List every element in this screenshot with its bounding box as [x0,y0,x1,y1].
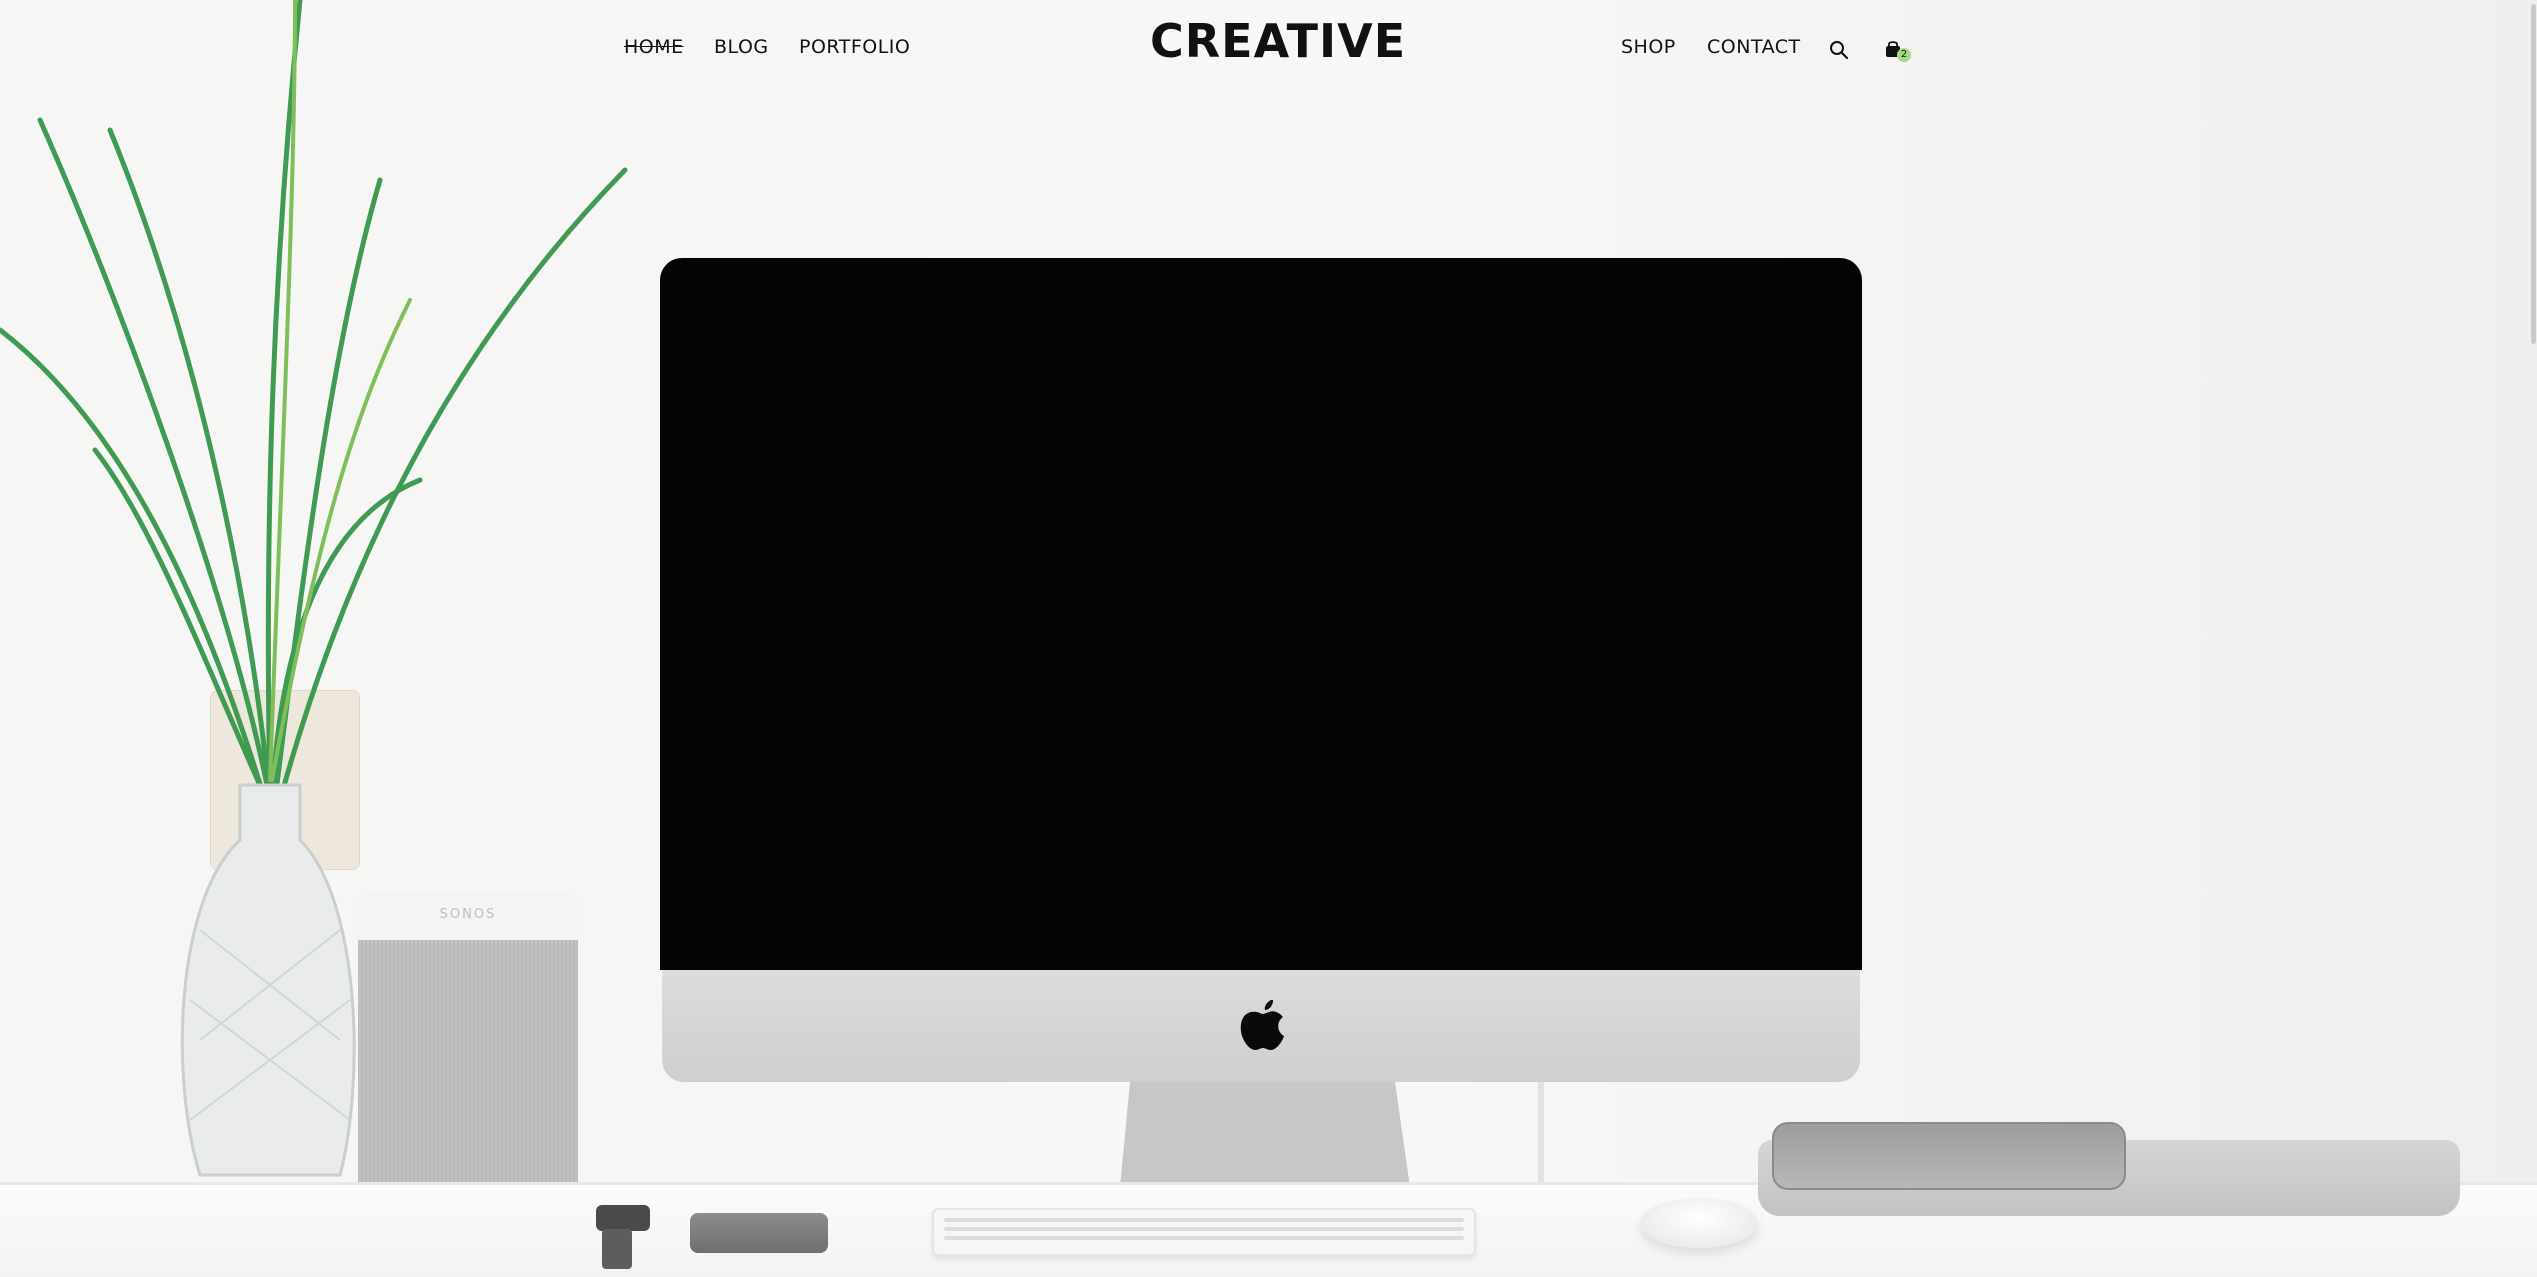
cable [1528,1082,1544,1192]
monitor-chin [662,970,1860,1082]
watch [596,1205,650,1269]
phone [690,1213,828,1253]
nav-shop[interactable]: SHOP [1621,36,1676,58]
keyboard-keys [944,1218,1464,1240]
apple-logo-icon [1240,1000,1284,1050]
page: SONOS HOME BLOG PORTFOLIO CREATIVE SHOP … [0,0,2537,1277]
cart-button[interactable]: 2 [1885,38,1915,64]
tablet [1772,1122,2126,1190]
site-header: HOME BLOG PORTFOLIO CREATIVE SHOP CONTAC… [0,0,2537,100]
hero-image: SONOS [0,0,2537,1277]
nav-portfolio[interactable]: PORTFOLIO [799,36,910,58]
site-logo[interactable]: CREATIVE [1150,14,1406,68]
scrollbar[interactable] [2529,0,2537,1277]
nav-blog[interactable]: BLOG [714,36,769,58]
keyboard [932,1208,1476,1256]
search-icon[interactable] [1829,40,1849,60]
speaker-brand: SONOS [358,892,578,941]
monitor-screen [660,258,1862,970]
mouse [1640,1198,1758,1248]
speaker: SONOS [358,892,578,1202]
nav-home[interactable]: HOME [624,36,684,58]
nav-contact[interactable]: CONTACT [1707,36,1801,58]
speaker-grille [358,940,578,1185]
cart-count-badge: 2 [1897,48,1911,62]
